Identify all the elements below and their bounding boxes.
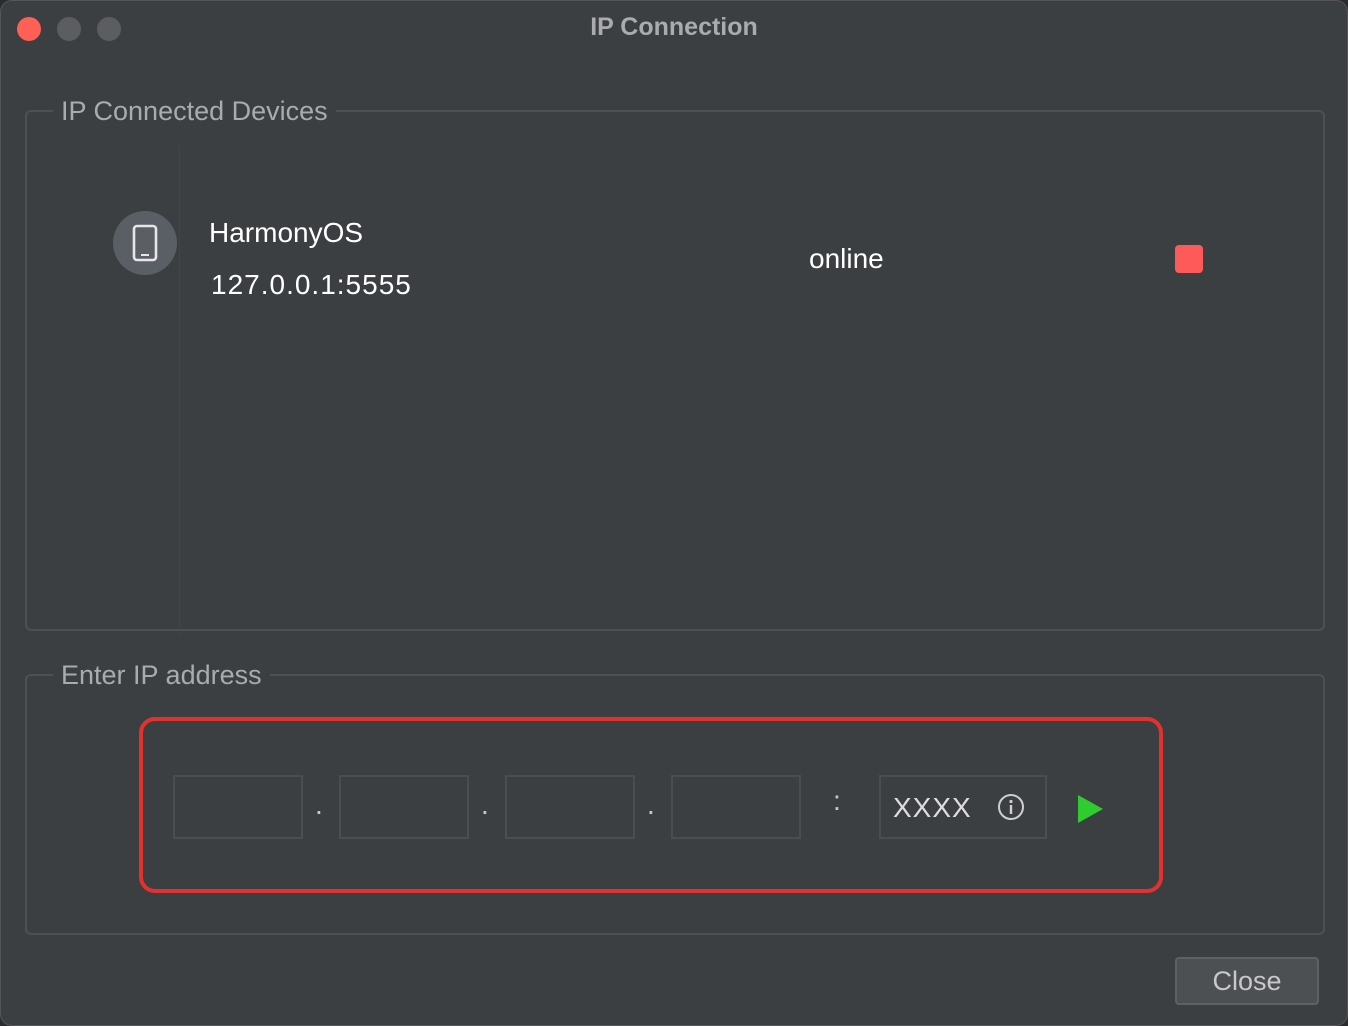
ip-connected-devices-group: IP Connected Devices HarmonyOS 127.0.0.1… — [25, 96, 1325, 637]
window-title: IP Connection — [590, 13, 758, 41]
info-icon[interactable] — [997, 793, 1025, 821]
octet-separator: . — [647, 789, 655, 820]
port-separator: : — [833, 785, 841, 816]
ip-connection-window: IP Connection IP Connected Devices Harmo… — [0, 0, 1348, 1026]
port-input[interactable] — [891, 777, 995, 839]
enter-ip-address-group: Enter IP address . . . : — [25, 661, 1325, 935]
ip-octet-3-input[interactable] — [505, 775, 635, 839]
ip-group-legend: Enter IP address — [61, 660, 262, 690]
device-address: 127.0.0.1:5555 — [211, 269, 412, 300]
octet-separator: . — [315, 789, 323, 820]
close-button[interactable]: Close — [1175, 957, 1319, 1005]
ip-octet-1-input[interactable] — [173, 775, 303, 839]
device-status: online — [809, 243, 884, 274]
stop-icon[interactable] — [1175, 245, 1203, 273]
title-bar: IP Connection — [1, 1, 1347, 57]
play-icon[interactable] — [1075, 793, 1105, 825]
device-avatar — [113, 211, 177, 275]
phone-icon — [132, 224, 158, 262]
device-row: HarmonyOS 127.0.0.1:5555 online — [27, 125, 1323, 300]
ip-octet-4-input[interactable] — [671, 775, 801, 839]
octet-separator: . — [481, 789, 489, 820]
ip-octet-2-input[interactable] — [339, 775, 469, 839]
port-field — [879, 775, 1047, 839]
devices-group-legend: IP Connected Devices — [61, 96, 328, 126]
device-name: HarmonyOS — [209, 217, 364, 248]
